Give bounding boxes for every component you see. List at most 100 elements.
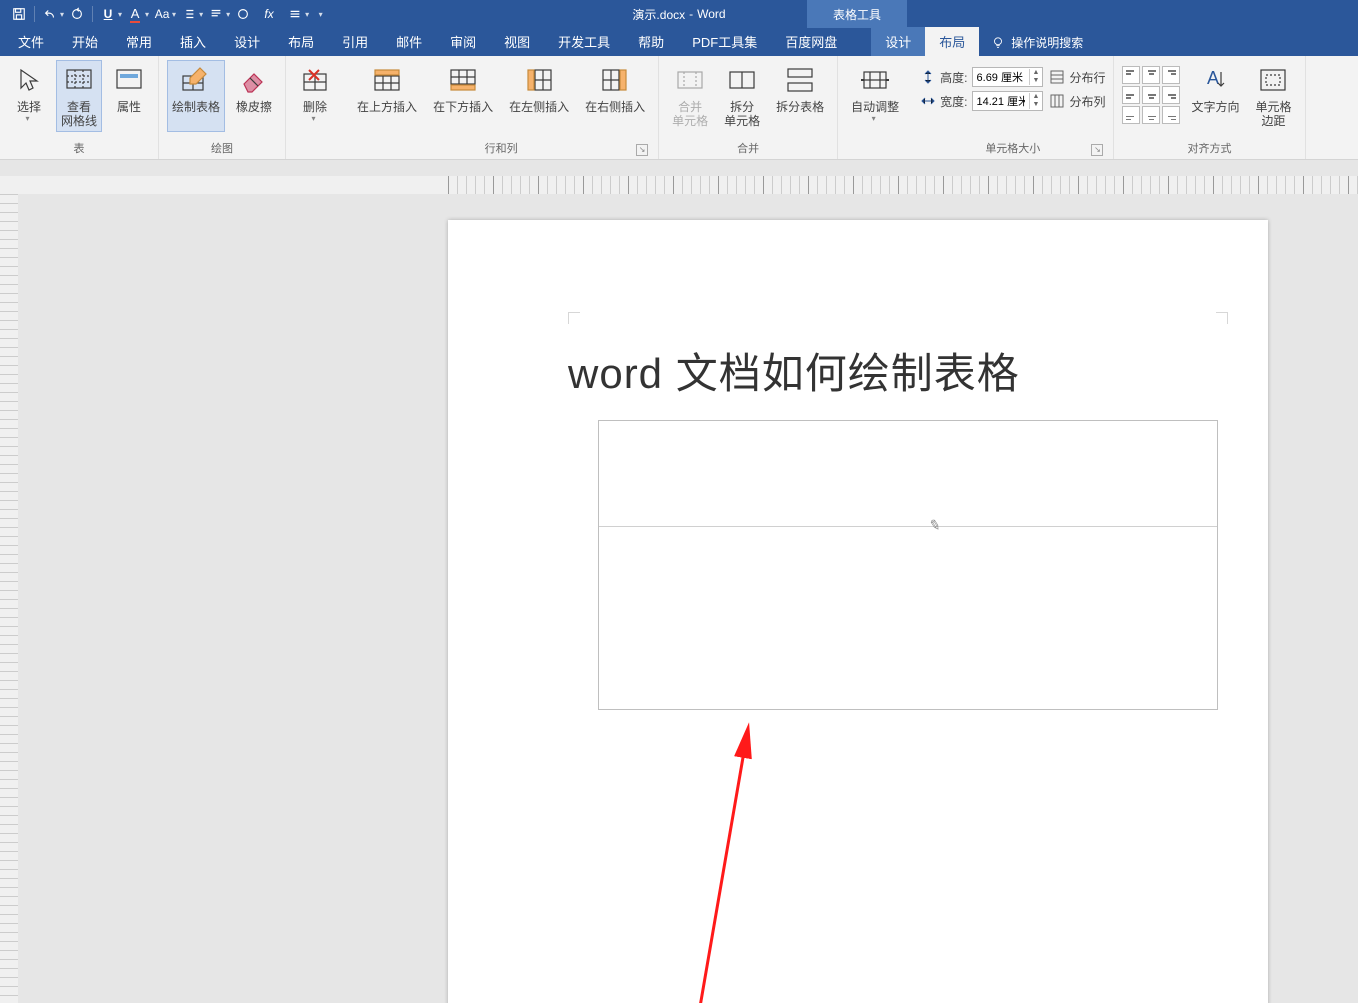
tab-baidu[interactable]: 百度网盘 xyxy=(771,27,851,56)
cell-margins-button[interactable]: 单元格 边距 xyxy=(1250,60,1296,132)
horizontal-ruler[interactable] xyxy=(0,176,1358,194)
paragraph-dropdown-icon[interactable]: ▾ xyxy=(226,10,230,19)
shape-icon[interactable] xyxy=(230,1,256,27)
underline-dropdown-icon[interactable]: ▾ xyxy=(118,10,122,19)
tab-home[interactable]: 开始 xyxy=(58,27,112,56)
font-color-dropdown-icon[interactable]: ▾ xyxy=(145,10,149,19)
tab-developer[interactable]: 开发工具 xyxy=(544,27,624,56)
undo-dropdown-icon[interactable]: ▾ xyxy=(60,10,64,19)
text-direction-icon: A xyxy=(1199,64,1231,96)
split-icon xyxy=(726,64,758,96)
insert-left-button[interactable]: 在左侧插入 xyxy=(504,60,574,132)
autofit-button[interactable]: 自动调整 ▾ xyxy=(846,60,904,132)
tab-insert[interactable]: 插入 xyxy=(166,27,220,56)
group-cell-size: 高度: ▲▼ 宽度: ▲▼ xyxy=(912,56,1114,159)
context-tab-design[interactable]: 设计 xyxy=(871,27,925,56)
row-height-input[interactable]: ▲▼ xyxy=(972,67,1044,87)
group-draw: 绘制表格 橡皮擦 绘图 xyxy=(159,56,286,159)
tab-view[interactable]: 视图 xyxy=(490,27,544,56)
formula-icon[interactable]: fx xyxy=(256,1,282,27)
title-bar: ▾ U ▾ A ▾ Aa ▾ ▾ ▾ fx ▾ ▾ 演示.docx - Word… xyxy=(0,0,1358,28)
window-title: 演示.docx - Word xyxy=(632,6,725,23)
view-gridlines-button[interactable]: 查看 网格线 xyxy=(56,60,102,132)
split-cells-button[interactable]: 拆分 单元格 xyxy=(719,60,765,132)
tab-file[interactable]: 文件 xyxy=(4,27,58,56)
spin-up-icon[interactable]: ▲ xyxy=(1030,93,1043,101)
group-autofit: 自动调整 ▾ xyxy=(838,56,912,159)
context-tool-header: 表格工具 xyxy=(807,0,907,28)
align-middle-center[interactable] xyxy=(1142,86,1160,104)
tab-common[interactable]: 常用 xyxy=(112,27,166,56)
spin-up-icon[interactable]: ▲ xyxy=(1030,69,1043,77)
more1-dropdown-icon[interactable]: ▾ xyxy=(305,10,309,19)
text-direction-button[interactable]: A 文字方向 xyxy=(1186,60,1244,132)
tab-layout[interactable]: 布局 xyxy=(274,27,328,56)
ribbon-tabs: 文件 开始 常用 插入 设计 布局 引用 邮件 审阅 视图 开发工具 帮助 PD… xyxy=(0,28,1358,56)
draw-table-button[interactable]: 绘制表格 xyxy=(167,60,225,132)
align-middle-left[interactable] xyxy=(1122,86,1140,104)
tab-review[interactable]: 审阅 xyxy=(436,27,490,56)
align-top-right[interactable] xyxy=(1162,66,1180,84)
pencil-cursor-icon: ✎ xyxy=(927,516,942,535)
insert-right-icon xyxy=(599,64,631,96)
merge-icon xyxy=(674,64,706,96)
cell-margins-icon xyxy=(1257,64,1289,96)
tab-pdf[interactable]: PDF工具集 xyxy=(678,27,771,56)
rowscols-dialog-launcher-icon[interactable]: ↘ xyxy=(636,144,648,156)
group-align-label: 对齐方式 xyxy=(1122,138,1296,159)
pencil-table-icon xyxy=(180,64,212,96)
align-top-center[interactable] xyxy=(1142,66,1160,84)
spin-down-icon[interactable]: ▼ xyxy=(1030,101,1043,109)
tab-mailings[interactable]: 邮件 xyxy=(382,27,436,56)
tab-references[interactable]: 引用 xyxy=(328,27,382,56)
align-bottom-right[interactable] xyxy=(1162,106,1180,124)
context-tab-layout[interactable]: 布局 xyxy=(925,27,979,56)
col-width-control: 宽度: ▲▼ xyxy=(920,90,1043,112)
spin-down-icon[interactable]: ▼ xyxy=(1030,77,1043,85)
document-page[interactable]: word 文档如何绘制表格 ✎ xyxy=(448,220,1268,1003)
delete-button[interactable]: 删除 ▾ xyxy=(294,60,336,132)
app-name: Word xyxy=(697,7,725,21)
case-dropdown-icon[interactable]: ▾ xyxy=(172,10,176,19)
group-rowscols-label: 行和列 ↘ xyxy=(352,138,650,159)
insert-above-icon xyxy=(371,64,403,96)
tell-me-search[interactable]: 操作说明搜索 xyxy=(979,29,1095,56)
distribute-rows-button[interactable]: 分布行 xyxy=(1049,66,1105,88)
svg-text:A: A xyxy=(1207,68,1219,88)
ribbon: 选择 ▾ 查看 网格线 属性 表 绘制表格 橡皮擦 绘图 xyxy=(0,56,1358,160)
list-dropdown-icon[interactable]: ▾ xyxy=(199,10,203,19)
group-merge: 合并 单元格 拆分 单元格 拆分表格 合并 xyxy=(659,56,838,159)
align-top-left[interactable] xyxy=(1122,66,1140,84)
redo-icon[interactable] xyxy=(64,1,90,27)
gridlines-icon xyxy=(63,64,95,96)
align-middle-right[interactable] xyxy=(1162,86,1180,104)
properties-button[interactable]: 属性 xyxy=(108,60,150,132)
insert-above-button[interactable]: 在上方插入 xyxy=(352,60,422,132)
align-bottom-left[interactable] xyxy=(1122,106,1140,124)
eraser-button[interactable]: 橡皮擦 xyxy=(231,60,277,132)
tell-me-label: 操作说明搜索 xyxy=(1011,34,1083,51)
tab-design[interactable]: 设计 xyxy=(220,27,274,56)
distribute-cols-button[interactable]: 分布列 xyxy=(1049,90,1105,112)
insert-below-button[interactable]: 在下方插入 xyxy=(428,60,498,132)
select-button[interactable]: 选择 ▾ xyxy=(8,60,50,132)
cellsize-dialog-launcher-icon[interactable]: ↘ xyxy=(1091,144,1103,156)
col-width-input[interactable]: ▲▼ xyxy=(972,91,1044,111)
properties-icon xyxy=(113,64,145,96)
group-draw-label: 绘图 xyxy=(167,138,277,159)
document-heading[interactable]: word 文档如何绘制表格 xyxy=(568,340,1020,401)
chevron-down-icon: ▾ xyxy=(872,114,876,123)
delete-table-icon xyxy=(299,64,331,96)
tab-help[interactable]: 帮助 xyxy=(624,27,678,56)
margin-corner-icon xyxy=(1216,312,1228,324)
height-icon xyxy=(920,69,936,85)
align-bottom-center[interactable] xyxy=(1142,106,1160,124)
customize-qat-icon[interactable]: ▾ xyxy=(309,1,335,27)
vertical-ruler[interactable] xyxy=(0,194,18,1003)
margin-corner-icon xyxy=(568,312,580,324)
insert-right-button[interactable]: 在右侧插入 xyxy=(580,60,650,132)
split-table-icon xyxy=(784,64,816,96)
split-table-button[interactable]: 拆分表格 xyxy=(771,60,829,132)
document-table[interactable]: ✎ xyxy=(598,420,1218,710)
save-icon[interactable] xyxy=(6,1,32,27)
